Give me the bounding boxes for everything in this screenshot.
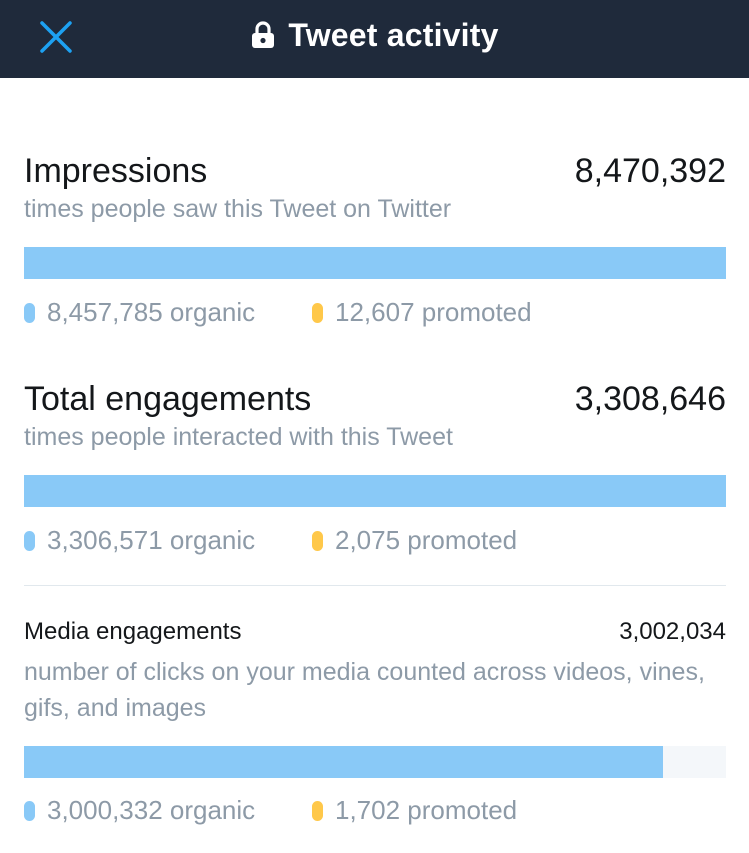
section-divider: [24, 585, 726, 586]
media-organic-item: 3,000,332 organic: [24, 795, 312, 826]
media-legend: 3,000,332 organic 1,702 promoted: [24, 795, 726, 826]
header-title-group: Tweet activity: [0, 0, 749, 70]
impressions-legend: 8,457,785 organic 12,607 promoted: [24, 297, 726, 328]
engagements-description: times people interacted with this Tweet: [24, 423, 453, 451]
impressions-organic-text: 8,457,785 organic: [47, 297, 256, 327]
media-description: number of clicks on your media counted a…: [24, 658, 705, 722]
engagements-bar: [24, 475, 726, 507]
engagements-header-row: Total engagements 3,308,646: [24, 380, 726, 419]
media-label: Media engagements: [24, 618, 242, 645]
media-header-row: Media engagements 3,002,034: [24, 618, 726, 646]
media-promoted-text: 1,702 promoted: [335, 795, 518, 825]
media-promoted-item: 1,702 promoted: [312, 795, 517, 826]
media-bar: [24, 746, 726, 778]
impressions-organic-fill: [24, 247, 726, 279]
impressions-promoted-item: 12,607 promoted: [312, 297, 532, 328]
media-value: 3,002,034: [619, 618, 726, 645]
engagements-promoted-text: 2,075 promoted: [335, 525, 518, 555]
organic-dot-icon: [24, 530, 35, 551]
engagements-organic-fill: [24, 475, 726, 507]
page-title: Tweet activity: [288, 16, 499, 53]
engagements-legend: 3,306,571 organic 2,075 promoted: [24, 525, 726, 556]
impressions-section: Impressions 8,470,392 times people saw t…: [24, 152, 726, 328]
lock-icon: [252, 21, 275, 48]
impressions-bar: [24, 247, 726, 279]
promoted-dot-icon: [312, 302, 323, 323]
impressions-description: times people saw this Tweet on Twitter: [24, 195, 452, 223]
impressions-header-row: Impressions 8,470,392: [24, 152, 726, 191]
promoted-dot-icon: [312, 800, 323, 821]
engagements-promoted-item: 2,075 promoted: [312, 525, 517, 556]
engagements-organic-text: 3,306,571 organic: [47, 525, 256, 555]
media-section: Media engagements 3,002,034 number of cl…: [24, 618, 726, 826]
media-organic-text: 3,000,332 organic: [47, 795, 256, 825]
impressions-promoted-text: 12,607 promoted: [335, 297, 532, 327]
impressions-organic-item: 8,457,785 organic: [24, 297, 312, 328]
organic-dot-icon: [24, 302, 35, 323]
engagements-label: Total engagements: [24, 380, 312, 418]
media-organic-fill: [24, 746, 663, 778]
promoted-dot-icon: [312, 530, 323, 551]
engagements-organic-item: 3,306,571 organic: [24, 525, 312, 556]
engagements-section: Total engagements 3,308,646 times people…: [24, 380, 726, 556]
impressions-value: 8,470,392: [574, 152, 726, 190]
impressions-label: Impressions: [24, 152, 208, 190]
organic-dot-icon: [24, 800, 35, 821]
engagements-value: 3,308,646: [574, 380, 726, 418]
header-bar: Tweet activity: [0, 0, 749, 78]
